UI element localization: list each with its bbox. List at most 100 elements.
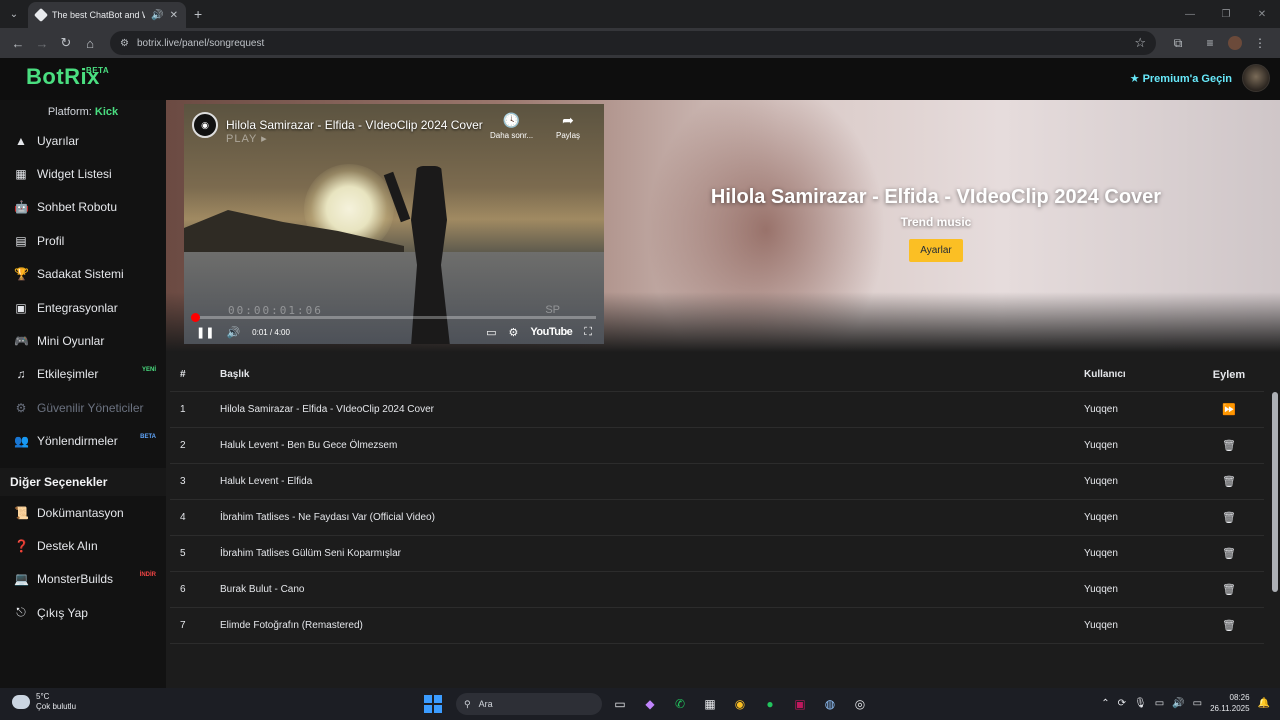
sync-icon[interactable]: ⟳ (1118, 698, 1126, 709)
row-num: 6 (180, 584, 186, 595)
channel-logo[interactable]: ◉ (192, 112, 218, 138)
back-button[interactable]: ← (6, 31, 30, 55)
reload-button[interactable]: ↻ (54, 31, 78, 55)
settings-gear-icon[interactable]: ⚙ (509, 326, 519, 339)
tray-chevron-icon[interactable]: ⌃ (1101, 698, 1109, 709)
chrome-icon[interactable]: ◉ (728, 692, 752, 716)
row-user: Yuqqen (1084, 440, 1118, 451)
forward-button[interactable]: → (30, 31, 54, 55)
premium-link[interactable]: ★ Premium'a Geçin (1130, 72, 1232, 86)
video-title[interactable]: Hilola Samirazar - Elfida - VIdeoClip 20… (226, 118, 483, 132)
task-view-icon[interactable]: ▭ (608, 692, 632, 716)
sidebar-item-monsterbuilds[interactable]: 💻 MonsterBuilds İNDİR (0, 563, 166, 596)
volume-icon[interactable]: 🔊 (226, 326, 240, 339)
question-icon: ❓ (14, 538, 29, 553)
trash-icon[interactable]: 🗑 (1194, 619, 1264, 632)
trash-icon[interactable]: 🗑 (1194, 439, 1264, 452)
site-info-icon[interactable]: ⚙ (120, 38, 129, 49)
pause-button[interactable]: ❚❚ (196, 326, 214, 339)
spotify-icon[interactable]: ● (758, 692, 782, 716)
youtube-player[interactable]: ◉ Hilola Samirazar - Elfida - VIdeoClip … (184, 104, 604, 344)
network-icon[interactable]: ▭ (1155, 698, 1164, 709)
taskbar-search[interactable]: ⚲ Ara (456, 693, 602, 715)
captions-icon[interactable]: ▭ (486, 326, 496, 339)
col-user-header: Kullanıcı (1084, 369, 1126, 380)
scroll-icon: 📜 (14, 505, 29, 520)
trash-icon[interactable]: 🗑 (1194, 583, 1264, 596)
browser-tab[interactable]: The best ChatBot and Widg 🔊 ✕ (28, 2, 186, 28)
row-user: Yuqqen (1084, 512, 1118, 523)
row-num: 1 (180, 404, 186, 415)
user-avatar[interactable] (1242, 64, 1270, 92)
fullscreen-icon[interactable]: ⛶ (584, 326, 592, 339)
url-text[interactable]: botrix.live/panel/songrequest (137, 38, 1126, 49)
sidebar-item-docs[interactable]: 📜 Dokümantasyon (0, 496, 166, 529)
audio-playing-icon[interactable]: 🔊 (151, 10, 163, 21)
sidebar-item-interactions[interactable]: ♫ Etkileşimler YENİ (0, 358, 166, 391)
toolbar-icons: ⧉ ≡ ⋮ (1164, 31, 1274, 55)
sidebar-item-loyalty[interactable]: 🏆 Sadakat Sistemi (0, 258, 166, 291)
tab-search-button[interactable]: ⌄ (2, 3, 26, 25)
sidebar-item-alerts[interactable]: ▲ Uyarılar (0, 124, 166, 157)
row-title: Haluk Levent - Elfida (220, 476, 313, 487)
plug-icon: ▣ (15, 300, 27, 315)
clock[interactable]: 08:26 26.11.2025 (1210, 692, 1249, 714)
sidebar-item-label: Uyarılar (37, 133, 80, 148)
mic-icon[interactable]: 🎙 (1134, 698, 1147, 709)
video-progress-bar[interactable] (191, 313, 596, 322)
sidebar-item-trusted-mods[interactable]: ⚙ Güvenilir Yöneticiler (0, 391, 166, 424)
browser-menu-icon[interactable]: ⋮ (1246, 31, 1274, 55)
sidebar-item-integrations[interactable]: ▣ Entegrasyonlar (0, 291, 166, 324)
sidebar-item-minigames[interactable]: 🎮 Mini Oyunlar (0, 324, 166, 357)
omnibox[interactable]: ⚙ botrix.live/panel/songrequest ☆ (110, 31, 1156, 55)
sidebar-item-label: Güvenilir Yöneticiler (37, 400, 144, 415)
youtube-logo[interactable]: YouTube (530, 326, 572, 338)
sidebar-item-label: Sadakat Sistemi (37, 267, 124, 282)
bookmark-star-icon[interactable]: ☆ (1134, 35, 1146, 51)
windows-start-icon[interactable] (424, 695, 442, 713)
profile-avatar[interactable] (1228, 36, 1242, 50)
cloud-icon (12, 695, 30, 709)
copilot-icon[interactable]: ◆ (638, 692, 662, 716)
skip-icon[interactable]: ⏩ (1194, 403, 1264, 416)
address-bar-row: ← → ↻ ⌂ ⚙ botrix.live/panel/songrequest … (0, 28, 1280, 58)
steam-icon[interactable]: ◍ (818, 692, 842, 716)
media-controls-icon[interactable]: ≡ (1196, 31, 1224, 55)
trash-icon[interactable]: 🗑 (1194, 547, 1264, 560)
obs-icon[interactable]: ◎ (848, 692, 872, 716)
sidebar-item-support[interactable]: ❓ Destek Alın (0, 529, 166, 562)
sidebar-item-widgets[interactable]: ▦ Widget Listesi (0, 157, 166, 190)
watch-later-button[interactable]: 🕓 Daha sonr... (490, 112, 533, 140)
botrix-logo[interactable]: BotRix BETA (26, 64, 109, 90)
sidebar-item-logout[interactable]: ⎋ Çıkış Yap (0, 596, 166, 629)
search-placeholder: Ara (478, 699, 493, 709)
home-button[interactable]: ⌂ (78, 31, 102, 55)
sidebar-item-chatbot[interactable]: 🤖 Sohbet Robotu (0, 191, 166, 224)
close-window-button[interactable]: ✕ (1244, 0, 1280, 28)
trash-icon[interactable]: 🗑 (1194, 511, 1264, 524)
scrollbar-thumb[interactable] (1272, 392, 1278, 592)
sidebar-item-redirects[interactable]: 👥 Yönlendirmeler BETA (0, 425, 166, 458)
extensions-icon[interactable]: ⧉ (1164, 31, 1192, 55)
table-row: 3 Haluk Levent - Elfida Yuqqen 🗑 (170, 464, 1264, 500)
minimize-button[interactable]: — (1172, 0, 1208, 28)
new-tab-button[interactable]: + (194, 6, 202, 22)
sidebar-item-profile[interactable]: ▤ Profil (0, 224, 166, 257)
table-row: 5 İbrahim Tatlises Gülüm Seni Koparmışla… (170, 536, 1264, 572)
store-icon[interactable]: ▦ (698, 692, 722, 716)
battery-icon[interactable]: ▭ (1193, 698, 1202, 709)
share-button[interactable]: ➦ Paylaş (556, 112, 580, 140)
app-icon[interactable]: ▣ (788, 692, 812, 716)
trash-icon[interactable]: 🗑 (1194, 475, 1264, 488)
maximize-button[interactable]: ❐ (1208, 0, 1244, 28)
row-user: Yuqqen (1084, 548, 1118, 559)
sidebar-item-label: Dokümantasyon (37, 505, 124, 520)
settings-button[interactable]: Ayarlar (909, 239, 963, 262)
weather-widget[interactable]: 5°C Çok bulutlu (12, 692, 76, 712)
table-header: # Başlık Kullanıcı Eylem (170, 358, 1264, 392)
video-time: 0:01 / 4:00 (252, 327, 290, 337)
whatsapp-icon[interactable]: ✆ (668, 692, 692, 716)
volume-icon[interactable]: 🔊 (1172, 698, 1184, 709)
tab-close-icon[interactable]: ✕ (170, 10, 178, 21)
notification-bell-icon[interactable]: 🔔 (1258, 698, 1270, 709)
